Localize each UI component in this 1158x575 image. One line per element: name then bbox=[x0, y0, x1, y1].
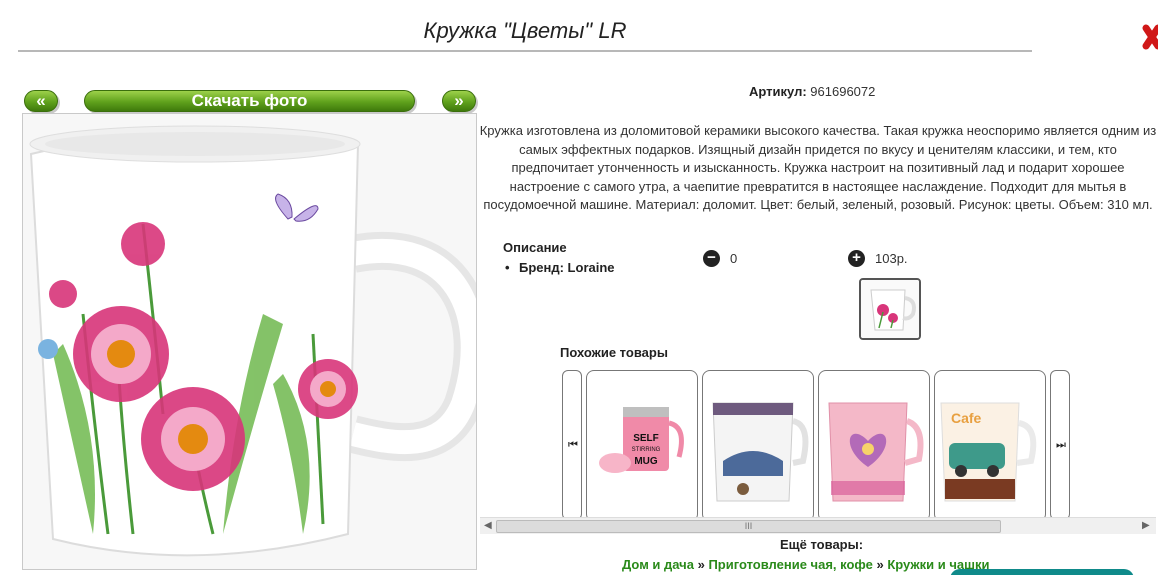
similar-products-heading: Похожие товары bbox=[560, 345, 668, 360]
breadcrumb-separator: » bbox=[876, 557, 884, 572]
skip-back-icon: ⏮ bbox=[568, 439, 578, 451]
retro-car-mug-image: Cafe bbox=[940, 402, 1037, 502]
breadcrumb: Дом и дача » Приготовление чая, кофе » К… bbox=[622, 557, 989, 572]
floating-widget[interactable] bbox=[950, 569, 1134, 575]
pink-heart-mug-image bbox=[828, 402, 924, 502]
similar-item[interactable] bbox=[818, 370, 930, 522]
horizontal-scrollbar[interactable]: ◀ III ▶ bbox=[480, 517, 1156, 534]
similar-item[interactable] bbox=[702, 370, 814, 522]
similar-item[interactable]: Cafe bbox=[934, 370, 1046, 522]
close-icon[interactable] bbox=[1142, 22, 1158, 52]
price: 103р. bbox=[875, 251, 908, 266]
carousel-prev-button[interactable]: ⏮ bbox=[562, 370, 582, 520]
svg-text:Cafe: Cafe bbox=[951, 410, 982, 426]
article-value: 961696072 bbox=[810, 84, 876, 99]
skip-forward-icon: ⏭ bbox=[1056, 439, 1066, 451]
main-product-photo bbox=[22, 113, 477, 570]
breadcrumb-separator: » bbox=[697, 557, 705, 572]
self-stirring-mug-image: SELF STIRRING MUG bbox=[599, 407, 684, 473]
svg-text:STIRRING: STIRRING bbox=[632, 447, 661, 453]
download-photo-button[interactable]: Скачать фото bbox=[84, 90, 415, 112]
product-thumbnail[interactable] bbox=[859, 278, 921, 340]
specs-section: Описание Бренд: Loraine bbox=[503, 240, 615, 275]
flower-mug-image bbox=[23, 114, 476, 569]
car-mug-image bbox=[712, 402, 809, 502]
svg-text:MUG: MUG bbox=[634, 456, 658, 467]
scroll-right-icon[interactable]: ▶ bbox=[1142, 520, 1150, 531]
article-number: Артикул: 961696072 bbox=[749, 84, 875, 99]
similar-item[interactable]: SELF STIRRING MUG bbox=[586, 370, 698, 522]
more-products-heading: Ещё товары: bbox=[780, 537, 864, 552]
specs-heading: Описание bbox=[503, 240, 567, 255]
add-to-cart: + 103р. bbox=[848, 250, 908, 267]
breadcrumb-link[interactable]: Приготовление чая, кофе bbox=[708, 557, 872, 572]
article-label: Артикул: bbox=[749, 84, 807, 99]
flower-mug-thumb-image bbox=[861, 280, 919, 338]
next-photo-button[interactable]: » bbox=[442, 90, 476, 112]
scroll-left-icon[interactable]: ◀ bbox=[484, 520, 492, 531]
prev-photo-button[interactable]: « bbox=[24, 90, 58, 112]
similar-products-carousel: ⏮ SELF STIRRING MUG Cafe ⏭ ◀ III ▶ bbox=[480, 366, 1156, 536]
minus-icon[interactable]: − bbox=[703, 250, 720, 267]
plus-icon[interactable]: + bbox=[848, 250, 865, 267]
scrollbar-thumb[interactable]: III bbox=[496, 520, 1001, 533]
product-description: Кружка изготовлена из доломитовой керами… bbox=[479, 123, 1157, 212]
spec-item-brand: Бренд: Loraine bbox=[503, 260, 615, 275]
quantity-value: 0 bbox=[730, 251, 738, 266]
carousel-next-button[interactable]: ⏭ bbox=[1050, 370, 1070, 520]
quantity-stepper: − 0 bbox=[703, 250, 737, 267]
breadcrumb-link[interactable]: Дом и дача bbox=[622, 557, 694, 572]
svg-text:SELF: SELF bbox=[633, 433, 659, 444]
page-title: Кружка "Цветы" LR bbox=[18, 18, 1032, 52]
